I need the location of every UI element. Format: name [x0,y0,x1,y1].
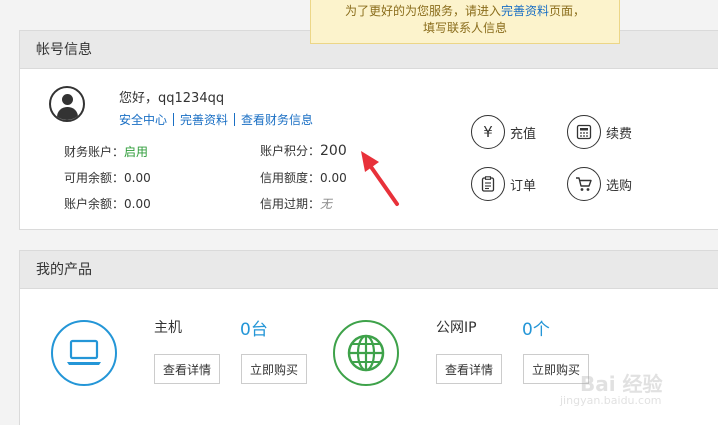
notice-text-suffix: 页面， [549,4,586,18]
available-balance-label: 可用余额： [64,171,125,185]
credit-expiry-value: 无 [320,197,333,211]
points-row: 账户积分：200 [260,142,347,159]
products-panel-title: 我的产品 [20,251,718,289]
globe-icon [333,320,399,386]
order-icon [471,167,505,201]
complete-profile-link[interactable]: 完善资料 [180,113,228,127]
credit-limit-row: 信用额度：0.00 [260,169,347,186]
finance-account-label: 财务账户： [64,145,125,159]
greeting-text: 您好，qq1234qq [119,91,225,106]
orders-button[interactable]: 订单 [471,167,536,201]
recharge-label: 充值 [510,126,537,142]
orders-label: 订单 [510,178,537,194]
notice-complete-profile-link[interactable]: 完善资料 [501,4,549,18]
available-balance-row: 可用余额：0.00 [64,169,151,186]
finance-account-row: 财务账户：启用 [64,143,148,160]
security-center-link[interactable]: 安全中心 [119,113,167,127]
finance-account-status: 启用 [124,145,149,159]
account-balance-value: 0.00 [124,197,151,211]
ip-buy-now-button[interactable]: 立即购买 [523,354,590,384]
shop-label: 选购 [606,178,633,194]
renew-label: 续费 [606,126,633,142]
ip-product-name: 公网IP [436,320,477,336]
annotation-arrow-icon [361,151,399,206]
account-links: 安全中心 完善资料 查看财务信息 [119,111,313,128]
notice-text-line2: 填写联系人信息 [422,21,507,35]
host-product-name: 主机 [154,320,182,336]
notice-text: 为了更好的为您服务，请进入 [344,4,501,18]
host-product-count: 0台 [240,320,268,340]
notice-banner: 为了更好的为您服务，请进入完善资料页面， 填写联系人信息 [310,0,620,44]
products-panel: 我的产品 主机 0台 查看详情 立即购买 公网IP 0个 查看详情 立即购买 [19,250,718,425]
view-finance-link[interactable]: 查看财务信息 [241,113,313,127]
points-label: 账户积分： [260,144,321,158]
account-balance-row: 账户余额：0.00 [64,195,151,212]
shop-button[interactable]: 选购 [567,167,632,201]
credit-limit-value: 0.00 [320,171,347,185]
ip-product-count: 0个 [522,320,550,340]
ip-view-details-button[interactable]: 查看详情 [436,354,503,384]
host-buy-now-button[interactable]: 立即购买 [241,354,308,384]
credit-expiry-row: 信用过期：无 [260,195,332,212]
renew-button[interactable]: 续费 [567,115,632,149]
host-view-details-button[interactable]: 查看详情 [154,354,221,384]
account-balance-label: 账户余额： [64,197,125,211]
points-value: 200 [320,143,347,159]
yen-icon: ¥ [471,115,505,149]
avatar-icon [49,86,85,122]
recharge-button[interactable]: ¥ 充值 [471,115,536,149]
laptop-icon [51,320,117,386]
credit-expiry-label: 信用过期： [260,197,321,211]
available-balance-value: 0.00 [124,171,151,185]
calculator-icon [567,115,601,149]
cart-icon [567,167,601,201]
credit-limit-label: 信用额度： [260,171,321,185]
